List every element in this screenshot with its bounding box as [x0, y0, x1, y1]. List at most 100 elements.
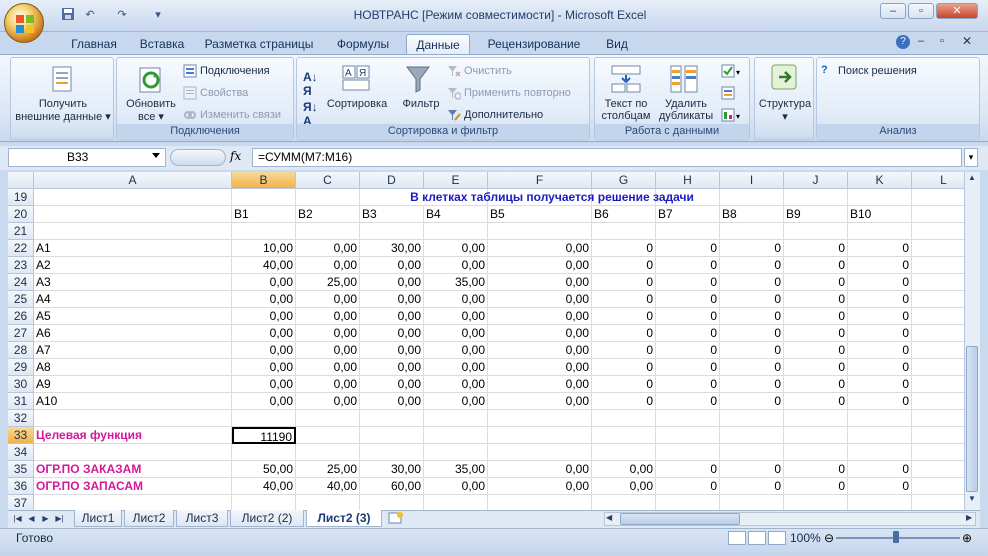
cell-a29[interactable]: А8: [34, 359, 232, 376]
insert-sheet-icon[interactable]: [386, 511, 408, 526]
cell-i33[interactable]: [720, 427, 784, 444]
cell-i22[interactable]: 0: [720, 240, 784, 257]
cell-c22[interactable]: 0,00: [296, 240, 360, 257]
row-header[interactable]: 26: [8, 308, 34, 325]
cell-i29[interactable]: 0: [720, 359, 784, 376]
cell-g22[interactable]: 0: [592, 240, 656, 257]
cell-k36[interactable]: 0: [848, 478, 912, 495]
cell-g27[interactable]: 0: [592, 325, 656, 342]
cell-i30[interactable]: 0: [720, 376, 784, 393]
cell-h26[interactable]: 0: [656, 308, 720, 325]
cell-d21[interactable]: [360, 223, 424, 240]
formula-bar-resize-handle[interactable]: [170, 149, 226, 166]
cell-k37[interactable]: [848, 495, 912, 510]
cell-b29[interactable]: 0,00: [232, 359, 296, 376]
cell-c33[interactable]: [296, 427, 360, 444]
cell-d30[interactable]: 0,00: [360, 376, 424, 393]
cell-e36[interactable]: 0,00: [424, 478, 488, 495]
cell-i21[interactable]: [720, 223, 784, 240]
cell-h21[interactable]: [656, 223, 720, 240]
cell-l32[interactable]: [912, 410, 964, 427]
cell-j20[interactable]: В9: [784, 206, 848, 223]
cell-k24[interactable]: 0: [848, 274, 912, 291]
cell-i28[interactable]: 0: [720, 342, 784, 359]
cell-b37[interactable]: [232, 495, 296, 510]
cell-g35[interactable]: 0,00: [592, 461, 656, 478]
cell-d37[interactable]: [360, 495, 424, 510]
cell-l20[interactable]: [912, 206, 964, 223]
normal-view-icon[interactable]: [728, 531, 746, 545]
row-header[interactable]: 24: [8, 274, 34, 291]
cell-h33[interactable]: [656, 427, 720, 444]
cell-d26[interactable]: 0,00: [360, 308, 424, 325]
tab-data[interactable]: Данные: [406, 34, 470, 54]
cell-j23[interactable]: 0: [784, 257, 848, 274]
tab-formulas[interactable]: Формулы: [326, 34, 400, 54]
cell-f30[interactable]: 0,00: [488, 376, 592, 393]
cell-c37[interactable]: [296, 495, 360, 510]
row-header[interactable]: 34: [8, 444, 34, 461]
reapply-button[interactable]: Применить повторно: [447, 86, 571, 100]
cell-a35[interactable]: ОГР.ПО ЗАКАЗАМ: [34, 461, 232, 478]
cell-c25[interactable]: 0,00: [296, 291, 360, 308]
cell-c31[interactable]: 0,00: [296, 393, 360, 410]
zoom-out-icon[interactable]: ⊖: [824, 531, 834, 545]
expand-formula-bar-icon[interactable]: ▾: [964, 148, 978, 167]
cell-d31[interactable]: 0,00: [360, 393, 424, 410]
cell-l30[interactable]: [912, 376, 964, 393]
row-header[interactable]: 28: [8, 342, 34, 359]
row-header[interactable]: 29: [8, 359, 34, 376]
column-header-f[interactable]: F: [488, 172, 592, 189]
cell-e26[interactable]: 0,00: [424, 308, 488, 325]
cell-l34[interactable]: [912, 444, 964, 461]
clear-filter-button[interactable]: Очистить: [447, 64, 512, 78]
row-header[interactable]: 32: [8, 410, 34, 427]
cell-c29[interactable]: 0,00: [296, 359, 360, 376]
cell-a24[interactable]: А3: [34, 274, 232, 291]
help-icon[interactable]: ?: [896, 35, 910, 49]
cell-h29[interactable]: 0: [656, 359, 720, 376]
column-header-b[interactable]: B: [232, 172, 296, 189]
cell-j24[interactable]: 0: [784, 274, 848, 291]
tab-home[interactable]: Главная: [58, 34, 130, 54]
cell-h35[interactable]: 0: [656, 461, 720, 478]
cell-i24[interactable]: 0: [720, 274, 784, 291]
edit-links-button[interactable]: Изменить связи: [183, 108, 281, 122]
cell-l29[interactable]: [912, 359, 964, 376]
cell-l37[interactable]: [912, 495, 964, 510]
cell-h36[interactable]: 0: [656, 478, 720, 495]
next-sheet-icon[interactable]: ▶: [40, 512, 51, 525]
cell-j21[interactable]: [784, 223, 848, 240]
cell-l19[interactable]: [912, 189, 964, 206]
cell-i37[interactable]: [720, 495, 784, 510]
row-header[interactable]: 19: [8, 189, 34, 206]
cell-j26[interactable]: 0: [784, 308, 848, 325]
cell-e24[interactable]: 35,00: [424, 274, 488, 291]
cell-e27[interactable]: 0,00: [424, 325, 488, 342]
cell-l21[interactable]: [912, 223, 964, 240]
cell-g31[interactable]: 0: [592, 393, 656, 410]
cell-h23[interactable]: 0: [656, 257, 720, 274]
remove-duplicates-button[interactable]: Удалить дубликаты: [655, 98, 717, 122]
cell-k25[interactable]: 0: [848, 291, 912, 308]
cell-b23[interactable]: 40,00: [232, 257, 296, 274]
cell-k21[interactable]: [848, 223, 912, 240]
cell-g34[interactable]: [592, 444, 656, 461]
cell-i31[interactable]: 0: [720, 393, 784, 410]
cell-e28[interactable]: 0,00: [424, 342, 488, 359]
cell-j30[interactable]: 0: [784, 376, 848, 393]
cell-f27[interactable]: 0,00: [488, 325, 592, 342]
close-button[interactable]: ✕: [936, 3, 978, 19]
cell-d29[interactable]: 0,00: [360, 359, 424, 376]
cell-d36[interactable]: 60,00: [360, 478, 424, 495]
row-header[interactable]: 25: [8, 291, 34, 308]
ribbon-restore-icon[interactable]: ▫: [940, 35, 944, 47]
page-layout-view-icon[interactable]: [748, 531, 766, 545]
insert-function-icon[interactable]: fx: [230, 149, 250, 167]
cell-j32[interactable]: [784, 410, 848, 427]
row-header[interactable]: 21: [8, 223, 34, 240]
cell-k27[interactable]: 0: [848, 325, 912, 342]
cell-c24[interactable]: 25,00: [296, 274, 360, 291]
cell-e25[interactable]: 0,00: [424, 291, 488, 308]
cell-k33[interactable]: [848, 427, 912, 444]
